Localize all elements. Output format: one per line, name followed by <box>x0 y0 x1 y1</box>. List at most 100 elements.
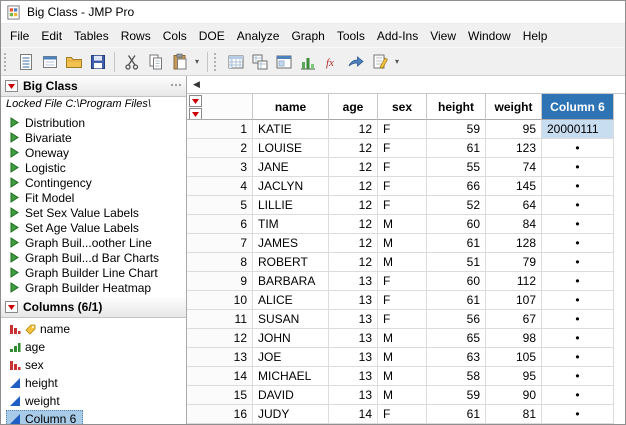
column-item-column-6[interactable]: Column 6 <box>1 410 186 424</box>
cell-col6[interactable]: • <box>542 253 614 272</box>
cell-weight[interactable]: 90 <box>486 386 542 405</box>
cell-sex[interactable]: M <box>378 367 427 386</box>
cell-age[interactable]: 13 <box>329 272 378 291</box>
script-item[interactable]: Fit Model <box>1 190 186 205</box>
cell-age[interactable]: 13 <box>329 329 378 348</box>
cell-name[interactable]: BARBARA <box>253 272 329 291</box>
menu-item-cols[interactable]: Cols <box>157 26 193 46</box>
row-number-cell[interactable]: 8 <box>187 253 253 272</box>
row-number-cell[interactable]: 12 <box>187 329 253 348</box>
cell-sex[interactable]: M <box>378 234 427 253</box>
columns-panel-menu-button[interactable] <box>5 301 18 313</box>
cell-sex[interactable]: F <box>378 405 427 424</box>
cell-sex[interactable]: M <box>378 329 427 348</box>
column-header-height[interactable]: height <box>427 94 486 120</box>
column-header-sex[interactable]: sex <box>378 94 427 120</box>
cell-height[interactable]: 65 <box>427 329 486 348</box>
cell-weight[interactable]: 64 <box>486 196 542 215</box>
cell-col6[interactable]: • <box>542 158 614 177</box>
cell-name[interactable]: JOE <box>253 348 329 367</box>
cell-age[interactable]: 12 <box>329 253 378 272</box>
column-item-height[interactable]: height <box>1 374 186 392</box>
menu-item-edit[interactable]: Edit <box>35 26 68 46</box>
cell-sex[interactable]: F <box>378 120 427 139</box>
cell-weight[interactable]: 123 <box>486 139 542 158</box>
data-table-button[interactable] <box>224 50 247 73</box>
cell-col6[interactable]: • <box>542 177 614 196</box>
menu-item-doe[interactable]: DOE <box>193 26 231 46</box>
script-item[interactable]: Set Age Value Labels <box>1 220 186 235</box>
cell-weight[interactable]: 67 <box>486 310 542 329</box>
cell-name[interactable]: LILLIE <box>253 196 329 215</box>
cell-name[interactable]: KATIE <box>253 120 329 139</box>
formula-button[interactable]: fx <box>320 50 343 73</box>
menu-item-window[interactable]: Window <box>462 26 517 46</box>
cell-height[interactable]: 51 <box>427 253 486 272</box>
row-number-cell[interactable]: 2 <box>187 139 253 158</box>
cell-name[interactable]: SUSAN <box>253 310 329 329</box>
script-item[interactable]: Distribution <box>1 115 186 130</box>
cell-col6[interactable]: • <box>542 139 614 158</box>
cell-name[interactable]: LOUISE <box>253 139 329 158</box>
cell-age[interactable]: 13 <box>329 348 378 367</box>
column-item-sex[interactable]: sex <box>1 356 186 374</box>
cell-name[interactable]: JACLYN <box>253 177 329 196</box>
cell-col6[interactable]: • <box>542 329 614 348</box>
rows-menu-button[interactable] <box>189 108 202 119</box>
script-item[interactable]: Oneway <box>1 145 186 160</box>
cell-height[interactable]: 61 <box>427 139 486 158</box>
cell-weight[interactable]: 105 <box>486 348 542 367</box>
cell-name[interactable]: JANE <box>253 158 329 177</box>
panel-splitter-icon[interactable] <box>170 82 182 88</box>
cut-button[interactable] <box>120 50 143 73</box>
script-item[interactable]: Graph Builder Line Chart <box>1 265 186 280</box>
cell-sex[interactable]: F <box>378 139 427 158</box>
cell-height[interactable]: 59 <box>427 386 486 405</box>
cell-sex[interactable]: M <box>378 253 427 272</box>
cell-weight[interactable]: 79 <box>486 253 542 272</box>
cell-height[interactable]: 60 <box>427 215 486 234</box>
script-button[interactable] <box>368 50 391 73</box>
row-number-cell[interactable]: 6 <box>187 215 253 234</box>
table-panel-menu-button[interactable] <box>5 80 18 92</box>
share-button[interactable] <box>344 50 367 73</box>
script-item[interactable]: Logistic <box>1 160 186 175</box>
menu-item-tables[interactable]: Tables <box>68 26 115 46</box>
cell-sex[interactable]: M <box>378 386 427 405</box>
cell-sex[interactable]: F <box>378 158 427 177</box>
collapse-sidebar-button[interactable]: ◀ <box>190 79 203 90</box>
cell-col6[interactable]: • <box>542 405 614 424</box>
new-data-table-button[interactable] <box>14 50 37 73</box>
toolbar-grip-handle[interactable] <box>4 52 9 71</box>
cell-height[interactable]: 60 <box>427 272 486 291</box>
open-button[interactable] <box>62 50 85 73</box>
menu-item-view[interactable]: View <box>424 26 462 46</box>
cell-col6[interactable]: • <box>542 234 614 253</box>
cell-col6[interactable]: • <box>542 310 614 329</box>
column-header-col6[interactable]: Column 6 <box>542 94 614 120</box>
cell-name[interactable]: MICHAEL <box>253 367 329 386</box>
row-number-cell[interactable]: 10 <box>187 291 253 310</box>
cell-col6[interactable]: • <box>542 386 614 405</box>
cell-height[interactable]: 61 <box>427 405 486 424</box>
row-number-cell[interactable]: 14 <box>187 367 253 386</box>
cell-col6[interactable]: • <box>542 215 614 234</box>
cell-weight[interactable]: 107 <box>486 291 542 310</box>
column-item-weight[interactable]: weight <box>1 392 186 410</box>
cell-name[interactable]: JOHN <box>253 329 329 348</box>
cell-name[interactable]: JUDY <box>253 405 329 424</box>
toolbar-overflow-chevron[interactable]: ▾ <box>392 57 402 66</box>
cell-weight[interactable]: 145 <box>486 177 542 196</box>
script-item[interactable]: Set Sex Value Labels <box>1 205 186 220</box>
save-button[interactable] <box>86 50 109 73</box>
script-item[interactable]: Contingency <box>1 175 186 190</box>
script-item[interactable]: Bivariate <box>1 130 186 145</box>
cell-weight[interactable]: 112 <box>486 272 542 291</box>
cell-col6[interactable]: • <box>542 272 614 291</box>
row-number-cell[interactable]: 1 <box>187 120 253 139</box>
cell-col6[interactable]: • <box>542 348 614 367</box>
script-item[interactable]: Graph Buil...oother Line <box>1 235 186 250</box>
menu-item-rows[interactable]: Rows <box>115 26 157 46</box>
new-journal-button[interactable] <box>38 50 61 73</box>
cell-col6[interactable]: • <box>542 196 614 215</box>
